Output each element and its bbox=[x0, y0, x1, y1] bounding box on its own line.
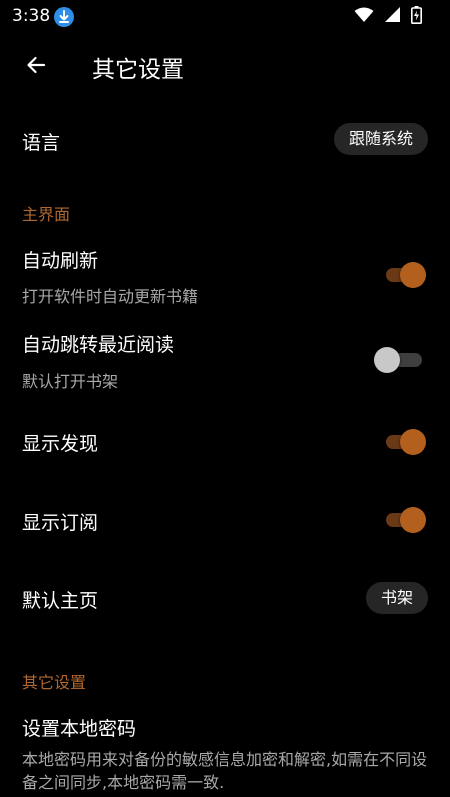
language-value-chip[interactable]: 跟随系统 bbox=[333, 123, 428, 155]
language-setting-title: 语言 bbox=[22, 132, 61, 154]
auto-refresh-title: 自动刷新 bbox=[22, 250, 99, 272]
default-home-row[interactable]: 默认主页 书架 bbox=[0, 566, 450, 632]
settings-page: 3:38 其它设置 语言 跟随系统 主界面 自动刷新 打开软件时自动更新书籍 自… bbox=[0, 0, 450, 797]
toolbar: 其它设置 bbox=[0, 34, 450, 100]
status-bar: 3:38 bbox=[0, 0, 450, 34]
download-icon bbox=[54, 7, 74, 27]
auto-refresh-row[interactable]: 自动刷新 打开软件时自动更新书籍 bbox=[0, 236, 450, 314]
section-header-other: 其它设置 bbox=[22, 673, 87, 692]
arrow-left-icon bbox=[24, 53, 48, 81]
status-time: 3:38 bbox=[12, 6, 51, 26]
wifi-icon bbox=[354, 7, 374, 27]
local-password-description: 本地密码用来对备份的敏感信息加密和解密,如需在不同设备之间同步,本地密码需一致. bbox=[22, 750, 428, 792]
switch-thumb bbox=[400, 507, 426, 533]
auto-jump-recent-title: 自动跳转最近阅读 bbox=[22, 334, 175, 356]
switch-thumb bbox=[374, 347, 400, 373]
auto-refresh-subtitle: 打开软件时自动更新书籍 bbox=[22, 287, 199, 306]
show-subscription-title: 显示订阅 bbox=[22, 512, 99, 534]
show-discover-row[interactable]: 显示发现 bbox=[0, 408, 450, 474]
show-subscription-row[interactable]: 显示订阅 bbox=[0, 486, 450, 552]
switch-thumb bbox=[400, 429, 426, 455]
show-subscription-switch[interactable] bbox=[384, 507, 426, 533]
show-discover-switch[interactable] bbox=[384, 429, 426, 455]
auto-refresh-switch[interactable] bbox=[384, 262, 426, 288]
language-setting-row[interactable]: 语言 跟随系统 bbox=[0, 108, 450, 172]
status-icons bbox=[354, 6, 422, 28]
default-home-title: 默认主页 bbox=[22, 590, 99, 612]
auto-jump-recent-switch[interactable] bbox=[374, 347, 424, 373]
cell-signal-icon bbox=[384, 7, 401, 27]
auto-jump-recent-row[interactable]: 自动跳转最近阅读 默认打开书架 bbox=[0, 320, 450, 398]
default-home-value-chip[interactable]: 书架 bbox=[365, 582, 428, 614]
auto-jump-recent-subtitle: 默认打开书架 bbox=[22, 372, 119, 391]
battery-charging-icon bbox=[411, 6, 422, 28]
section-header-main-ui: 主界面 bbox=[22, 205, 71, 224]
show-discover-title: 显示发现 bbox=[22, 433, 99, 455]
back-button[interactable] bbox=[20, 51, 52, 83]
switch-thumb bbox=[400, 262, 426, 288]
local-password-title: 设置本地密码 bbox=[22, 718, 137, 740]
page-title: 其它设置 bbox=[92, 57, 184, 83]
